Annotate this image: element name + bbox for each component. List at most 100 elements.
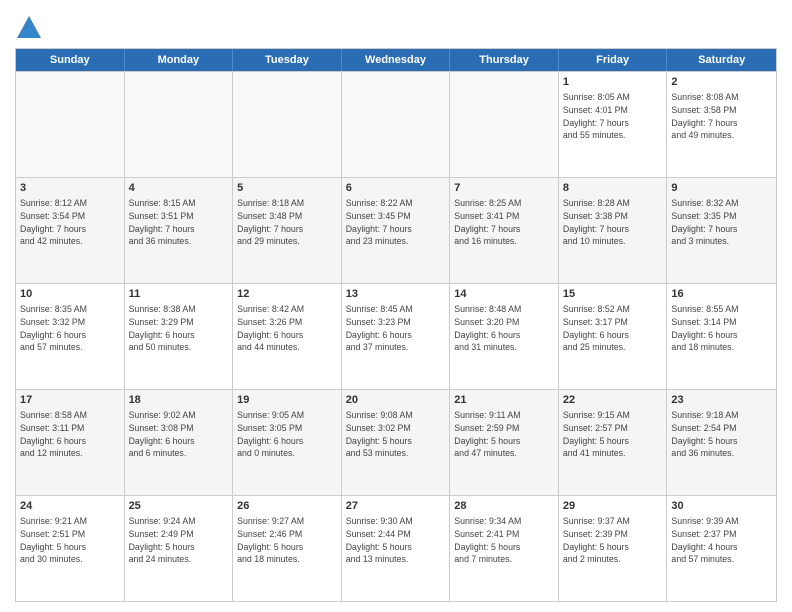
day-info: Sunrise: 9:30 AM Sunset: 2:44 PM Dayligh… xyxy=(346,516,413,565)
week-row-3: 10 Sunrise: 8:35 AM Sunset: 3:32 PM Dayli… xyxy=(16,283,776,389)
day-cell-25: 25 Sunrise: 9:24 AM Sunset: 2:49 PM Dayli… xyxy=(125,496,234,601)
day-number: 12 xyxy=(237,287,337,302)
day-number: 21 xyxy=(454,393,554,408)
day-number: 13 xyxy=(346,287,446,302)
day-number: 19 xyxy=(237,393,337,408)
day-info: Sunrise: 8:15 AM Sunset: 3:51 PM Dayligh… xyxy=(129,198,196,247)
day-cell-3: 3 Sunrise: 8:12 AM Sunset: 3:54 PM Daylig… xyxy=(16,178,125,283)
day-info: Sunrise: 9:39 AM Sunset: 2:37 PM Dayligh… xyxy=(671,516,738,565)
day-number: 24 xyxy=(20,499,120,514)
day-number: 2 xyxy=(671,75,772,90)
empty-cell xyxy=(125,72,234,177)
day-info: Sunrise: 9:24 AM Sunset: 2:49 PM Dayligh… xyxy=(129,516,196,565)
header xyxy=(15,10,777,42)
day-number: 30 xyxy=(671,499,772,514)
day-info: Sunrise: 9:37 AM Sunset: 2:39 PM Dayligh… xyxy=(563,516,630,565)
day-info: Sunrise: 9:18 AM Sunset: 2:54 PM Dayligh… xyxy=(671,410,738,459)
day-cell-17: 17 Sunrise: 8:58 AM Sunset: 3:11 PM Dayli… xyxy=(16,390,125,495)
day-cell-27: 27 Sunrise: 9:30 AM Sunset: 2:44 PM Dayli… xyxy=(342,496,451,601)
day-info: Sunrise: 9:08 AM Sunset: 3:02 PM Dayligh… xyxy=(346,410,413,459)
empty-cell xyxy=(16,72,125,177)
day-number: 17 xyxy=(20,393,120,408)
day-info: Sunrise: 8:05 AM Sunset: 4:01 PM Dayligh… xyxy=(563,92,630,141)
day-number: 20 xyxy=(346,393,446,408)
day-info: Sunrise: 9:11 AM Sunset: 2:59 PM Dayligh… xyxy=(454,410,520,459)
day-info: Sunrise: 9:21 AM Sunset: 2:51 PM Dayligh… xyxy=(20,516,87,565)
day-cell-15: 15 Sunrise: 8:52 AM Sunset: 3:17 PM Dayli… xyxy=(559,284,668,389)
day-info: Sunrise: 8:28 AM Sunset: 3:38 PM Dayligh… xyxy=(563,198,630,247)
day-info: Sunrise: 8:52 AM Sunset: 3:17 PM Dayligh… xyxy=(563,304,630,353)
day-cell-24: 24 Sunrise: 9:21 AM Sunset: 2:51 PM Dayli… xyxy=(16,496,125,601)
day-info: Sunrise: 8:55 AM Sunset: 3:14 PM Dayligh… xyxy=(671,304,738,353)
day-number: 10 xyxy=(20,287,120,302)
day-info: Sunrise: 8:12 AM Sunset: 3:54 PM Dayligh… xyxy=(20,198,87,247)
day-number: 26 xyxy=(237,499,337,514)
day-info: Sunrise: 8:22 AM Sunset: 3:45 PM Dayligh… xyxy=(346,198,413,247)
day-cell-29: 29Sunrise: 9:37 AM Sunset: 2:39 PM Dayli… xyxy=(559,496,668,601)
day-cell-20: 20 Sunrise: 9:08 AM Sunset: 3:02 PM Dayli… xyxy=(342,390,451,495)
day-info: Sunrise: 9:34 AM Sunset: 2:41 PM Dayligh… xyxy=(454,516,521,565)
day-info: Sunrise: 9:27 AM Sunset: 2:46 PM Dayligh… xyxy=(237,516,304,565)
day-info: Sunrise: 8:25 AM Sunset: 3:41 PM Dayligh… xyxy=(454,198,521,247)
day-cell-21: 21 Sunrise: 9:11 AM Sunset: 2:59 PM Dayli… xyxy=(450,390,559,495)
day-number: 1 xyxy=(563,75,663,90)
week-row-1: 1 Sunrise: 8:05 AM Sunset: 4:01 PM Daylig… xyxy=(16,71,776,177)
day-cell-11: 11Sunrise: 8:38 AM Sunset: 3:29 PM Dayli… xyxy=(125,284,234,389)
day-number: 16 xyxy=(671,287,772,302)
day-number: 23 xyxy=(671,393,772,408)
day-cell-6: 6 Sunrise: 8:22 AM Sunset: 3:45 PM Daylig… xyxy=(342,178,451,283)
day-cell-16: 16 Sunrise: 8:55 AM Sunset: 3:14 PM Dayli… xyxy=(667,284,776,389)
week-row-2: 3 Sunrise: 8:12 AM Sunset: 3:54 PM Daylig… xyxy=(16,177,776,283)
day-cell-10: 10 Sunrise: 8:35 AM Sunset: 3:32 PM Dayli… xyxy=(16,284,125,389)
day-info: Sunrise: 9:02 AM Sunset: 3:08 PM Dayligh… xyxy=(129,410,196,459)
day-info: Sunrise: 8:35 AM Sunset: 3:32 PM Dayligh… xyxy=(20,304,87,353)
day-number: 4 xyxy=(129,181,229,196)
day-info: Sunrise: 8:58 AM Sunset: 3:11 PM Dayligh… xyxy=(20,410,87,459)
day-cell-12: 12 Sunrise: 8:42 AM Sunset: 3:26 PM Dayli… xyxy=(233,284,342,389)
day-number: 6 xyxy=(346,181,446,196)
header-day-thursday: Thursday xyxy=(450,49,559,71)
day-number: 22 xyxy=(563,393,663,408)
day-info: Sunrise: 8:08 AM Sunset: 3:58 PM Dayligh… xyxy=(671,92,738,141)
logo-icon xyxy=(15,14,43,42)
day-cell-5: 5Sunrise: 8:18 AM Sunset: 3:48 PM Daylig… xyxy=(233,178,342,283)
empty-cell xyxy=(342,72,451,177)
day-number: 15 xyxy=(563,287,663,302)
week-row-4: 17 Sunrise: 8:58 AM Sunset: 3:11 PM Dayli… xyxy=(16,389,776,495)
calendar: SundayMondayTuesdayWednesdayThursdayFrid… xyxy=(15,48,777,602)
calendar-body: 1 Sunrise: 8:05 AM Sunset: 4:01 PM Daylig… xyxy=(16,71,776,601)
calendar-header-row: SundayMondayTuesdayWednesdayThursdayFrid… xyxy=(16,49,776,71)
day-cell-4: 4 Sunrise: 8:15 AM Sunset: 3:51 PM Daylig… xyxy=(125,178,234,283)
page: SundayMondayTuesdayWednesdayThursdayFrid… xyxy=(0,0,792,612)
day-info: Sunrise: 8:32 AM Sunset: 3:35 PM Dayligh… xyxy=(671,198,738,247)
day-cell-2: 2 Sunrise: 8:08 AM Sunset: 3:58 PM Daylig… xyxy=(667,72,776,177)
header-day-saturday: Saturday xyxy=(667,49,776,71)
empty-cell xyxy=(233,72,342,177)
day-number: 7 xyxy=(454,181,554,196)
header-day-tuesday: Tuesday xyxy=(233,49,342,71)
day-info: Sunrise: 9:15 AM Sunset: 2:57 PM Dayligh… xyxy=(563,410,630,459)
day-info: Sunrise: 8:45 AM Sunset: 3:23 PM Dayligh… xyxy=(346,304,413,353)
day-number: 9 xyxy=(671,181,772,196)
day-number: 18 xyxy=(129,393,229,408)
day-cell-1: 1 Sunrise: 8:05 AM Sunset: 4:01 PM Daylig… xyxy=(559,72,668,177)
day-number: 3 xyxy=(20,181,120,196)
day-info: Sunrise: 8:42 AM Sunset: 3:26 PM Dayligh… xyxy=(237,304,304,353)
day-number: 25 xyxy=(129,499,229,514)
day-number: 5 xyxy=(237,181,337,196)
day-number: 27 xyxy=(346,499,446,514)
day-cell-7: 7 Sunrise: 8:25 AM Sunset: 3:41 PM Daylig… xyxy=(450,178,559,283)
day-number: 28 xyxy=(454,499,554,514)
day-number: 8 xyxy=(563,181,663,196)
day-info: Sunrise: 8:48 AM Sunset: 3:20 PM Dayligh… xyxy=(454,304,521,353)
day-cell-22: 22 Sunrise: 9:15 AM Sunset: 2:57 PM Dayli… xyxy=(559,390,668,495)
day-cell-8: 8 Sunrise: 8:28 AM Sunset: 3:38 PM Daylig… xyxy=(559,178,668,283)
week-row-5: 24 Sunrise: 9:21 AM Sunset: 2:51 PM Dayli… xyxy=(16,495,776,601)
day-info: Sunrise: 9:05 AM Sunset: 3:05 PM Dayligh… xyxy=(237,410,304,459)
header-day-wednesday: Wednesday xyxy=(342,49,451,71)
day-cell-18: 18 Sunrise: 9:02 AM Sunset: 3:08 PM Dayli… xyxy=(125,390,234,495)
header-day-sunday: Sunday xyxy=(16,49,125,71)
day-cell-23: 23 Sunrise: 9:18 AM Sunset: 2:54 PM Dayli… xyxy=(667,390,776,495)
header-day-friday: Friday xyxy=(559,49,668,71)
logo xyxy=(15,14,47,42)
